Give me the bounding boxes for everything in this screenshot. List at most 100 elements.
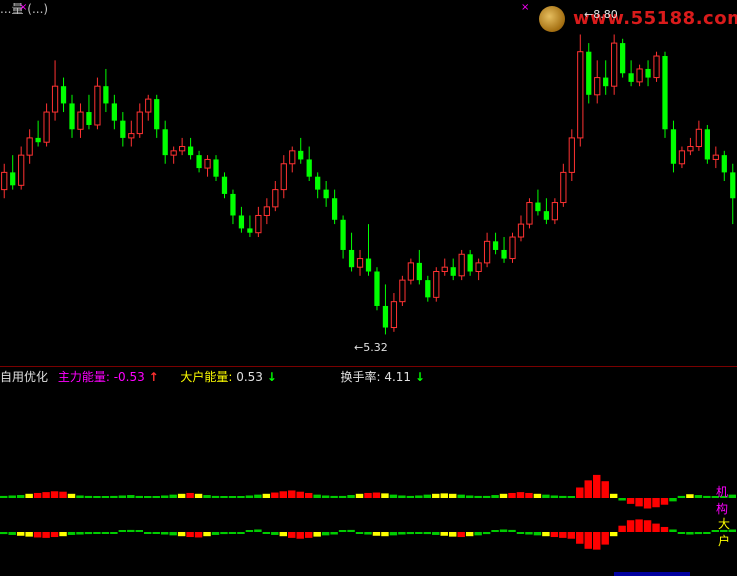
- big-holder-energy-bar: [482, 532, 491, 535]
- marker-icon-1: ×: [19, 2, 28, 13]
- candle-body: [10, 172, 16, 186]
- big-holder-energy-bar: [330, 532, 338, 535]
- panel-divider: [0, 366, 737, 367]
- candle-body: [712, 154, 719, 160]
- candle-body: [526, 202, 533, 225]
- institution-energy-bar: [669, 498, 677, 502]
- big-holder-energy-bar: [440, 532, 448, 536]
- candle-body: [298, 150, 304, 160]
- big-holder-energy-bar: [609, 532, 618, 537]
- candle-body: [69, 103, 75, 130]
- big-holder-energy-bar: [110, 532, 118, 534]
- institution-energy-bar: [110, 495, 118, 498]
- candle-body: [662, 56, 668, 130]
- candle-body: [162, 129, 168, 156]
- institution-energy-bar: [0, 495, 8, 498]
- big-holder-energy-bar: [618, 525, 626, 532]
- candle-body: [315, 176, 321, 190]
- institution-energy-bar: [592, 474, 601, 498]
- candle-body: [450, 267, 456, 276]
- chart-screen[interactable]: ...量 (...) × × www.55188.com ←8.80 ←5.32…: [0, 0, 737, 576]
- candle-body: [501, 249, 507, 259]
- chart-canvas[interactable]: [0, 0, 737, 576]
- candle-body: [560, 171, 567, 204]
- big-holder-energy-bar: [423, 532, 432, 535]
- institution-energy-bar: [271, 492, 279, 498]
- candle-body: [35, 137, 41, 143]
- big-holder-energy-bar: [372, 532, 381, 536]
- institution-energy-bar: [101, 496, 110, 498]
- candle-body: [678, 150, 686, 165]
- big-holder-energy-bar: [16, 532, 25, 536]
- up-arrow-icon: ↑: [148, 370, 159, 384]
- turnover-label: 换手率:: [340, 370, 381, 384]
- big-holder-energy-bar: [262, 532, 271, 534]
- institution-energy-bar: [686, 494, 694, 498]
- institution-energy-bar: [584, 480, 592, 498]
- institution-energy-bar: [313, 494, 321, 498]
- big-holder-energy-bar: [592, 532, 601, 550]
- candle-body: [179, 146, 186, 152]
- big-holder-label: 大户: [718, 517, 731, 548]
- institution-energy-bar: [237, 496, 245, 498]
- high-arrow: ←: [584, 8, 594, 21]
- big-holder-energy-bar: [237, 532, 245, 534]
- big-holder-energy-bar: [304, 532, 313, 538]
- candle-body: [611, 42, 618, 87]
- big-holder-energy-bar: [694, 532, 703, 535]
- big-holder-energy-bar: [76, 532, 84, 535]
- big-holder-energy-bar: [677, 532, 686, 534]
- institution-energy-bar: [194, 493, 203, 498]
- institution-energy-bar: [338, 495, 347, 498]
- big-holder-energy-bar: [8, 532, 16, 535]
- indicator-title[interactable]: 自用优化: [0, 368, 48, 385]
- big-holder-energy-bar: [364, 532, 372, 535]
- big-holder-energy-bar: [194, 532, 203, 538]
- institution-energy-bar: [364, 492, 372, 498]
- big-holder-energy-bar: [313, 532, 321, 537]
- institution-energy-bar: [25, 493, 33, 498]
- institution-energy-bar: [76, 495, 84, 498]
- candle-body: [425, 280, 431, 298]
- big-holder-energy-bar: [626, 520, 635, 532]
- candle-body: [1, 171, 8, 191]
- big-holder-energy-bar: [118, 530, 127, 532]
- big-holder-energy-bar: [669, 529, 677, 532]
- big-holder-energy-bar: [127, 529, 135, 532]
- high-price-annotation: ←8.80: [584, 8, 618, 21]
- institution-energy-bar: [601, 481, 609, 498]
- institution-energy-bar: [381, 493, 389, 498]
- institution-energy-bar: [50, 491, 59, 498]
- candle-body: [670, 129, 677, 164]
- candle-body: [204, 158, 211, 169]
- candle-body: [356, 258, 364, 268]
- big-holder-energy-bar: [559, 532, 567, 538]
- institution-energy-bar: [279, 491, 288, 498]
- big-holder-energy-bar: [135, 530, 144, 532]
- candle-body: [475, 262, 482, 272]
- institution-energy-bar: [59, 491, 67, 498]
- big-holder-energy-bar: [406, 532, 415, 535]
- candle-body: [331, 198, 338, 220]
- big-holder-energy-bar: [652, 523, 660, 532]
- big-holder-energy-bar: [338, 530, 347, 532]
- big-holder-energy-bar: [211, 532, 220, 535]
- institution-energy-bar: [93, 496, 101, 498]
- institution-energy-bar: [389, 494, 398, 498]
- big-holder-energy-bar: [160, 532, 169, 535]
- institution-energy-bar: [84, 495, 93, 498]
- institution-energy-bar: [576, 487, 584, 498]
- institution-energy-bar: [499, 493, 508, 498]
- big-holder-energy-bar: [686, 532, 694, 535]
- candle-body: [213, 159, 219, 177]
- big-holder-energy-bar: [33, 532, 42, 538]
- candle-body: [492, 241, 499, 250]
- institution-energy-bar: [440, 493, 448, 498]
- candle-body: [577, 51, 584, 139]
- big-holder-energy-bar: [525, 532, 533, 535]
- institution-energy-bar: [347, 495, 355, 498]
- big-holder-energy-bar: [491, 530, 499, 532]
- big-holder-energy-bar: [203, 532, 211, 537]
- candle-body: [568, 137, 575, 173]
- institution-energy-bar: [491, 495, 499, 498]
